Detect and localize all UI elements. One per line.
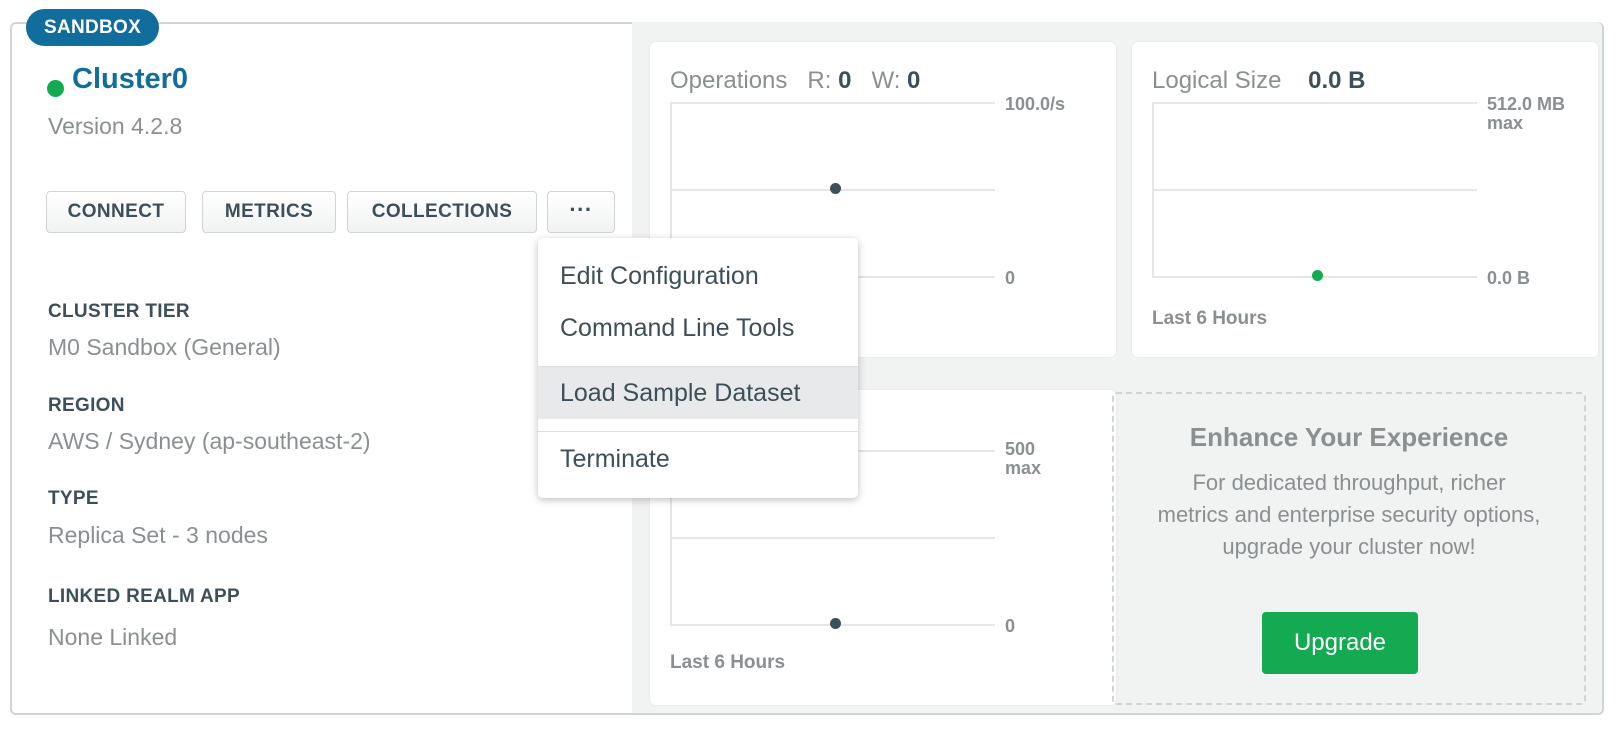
upgrade-promo-panel: Enhance Your Experience For dedicated th… xyxy=(1112,392,1586,705)
menu-item-command-line-tools[interactable]: Command Line Tools xyxy=(538,303,858,353)
logical-size-chart-panel[interactable]: Logical Size 0.0 B 512.0 MB max 0.0 B La… xyxy=(1132,42,1598,357)
metrics-button[interactable]: METRICS xyxy=(202,191,336,233)
collections-button[interactable]: COLLECTIONS xyxy=(347,191,537,233)
logical-size-max-sub: max xyxy=(1487,113,1524,133)
linked-realm-app-value[interactable]: None Linked xyxy=(48,624,177,651)
cluster-name-link[interactable]: Cluster0 xyxy=(72,63,188,96)
operations-gridline-top xyxy=(670,102,995,104)
cluster-tier-label: CLUSTER TIER xyxy=(48,301,190,322)
logical-size-title: Logical Size 0.0 B xyxy=(1152,67,1366,94)
logical-size-min-label: 0.0 B xyxy=(1487,268,1531,288)
connections-data-point xyxy=(830,618,841,629)
connect-button[interactable]: CONNECT xyxy=(46,191,186,233)
menu-item-terminate[interactable]: Terminate xyxy=(538,434,858,484)
connections-min-label: 0 xyxy=(1005,616,1016,636)
more-options-menu: Edit Configuration Command Line Tools Lo… xyxy=(538,238,858,498)
logical-size-max-label: 512.0 MB xyxy=(1487,94,1566,114)
menu-item-load-sample-dataset[interactable]: Load Sample Dataset xyxy=(538,367,858,419)
upgrade-button[interactable]: Upgrade xyxy=(1262,612,1418,674)
more-options-button[interactable]: ··· xyxy=(547,191,615,233)
cluster-version: Version 4.2.8 xyxy=(48,113,183,139)
logical-size-gridline-mid xyxy=(1152,189,1477,191)
logical-size-gridline-top xyxy=(1152,102,1477,104)
type-label: TYPE xyxy=(48,488,99,509)
connections-footer: Last 6 Hours xyxy=(670,652,786,673)
operations-data-point xyxy=(830,183,841,194)
menu-item-edit-configuration[interactable]: Edit Configuration xyxy=(538,251,858,301)
linked-realm-app-label: LINKED REALM APP xyxy=(48,586,240,607)
connections-gridline-mid xyxy=(670,537,995,539)
type-value: Replica Set - 3 nodes xyxy=(48,522,268,548)
operations-title: Operations R: 0 W: 0 xyxy=(670,67,921,94)
connections-max-label: 500 xyxy=(1005,439,1036,459)
cluster-tier-value: M0 Sandbox (General) xyxy=(48,334,281,360)
region-label: REGION xyxy=(48,395,125,416)
sandbox-badge: SANDBOX xyxy=(26,9,160,46)
status-dot-icon xyxy=(47,80,64,97)
promo-title: Enhance Your Experience xyxy=(1189,422,1509,452)
operations-min-label: 0 xyxy=(1005,268,1016,288)
operations-max-label: 100.0/s xyxy=(1005,94,1066,114)
menu-divider xyxy=(538,431,858,432)
logical-size-footer: Last 6 Hours xyxy=(1152,308,1268,329)
connections-max-sub: max xyxy=(1005,458,1042,478)
region-value: AWS / Sydney (ap-southeast-2) xyxy=(48,428,371,454)
logical-size-data-point xyxy=(1312,270,1323,281)
promo-text: For dedicated throughput, richer metrics… xyxy=(1157,470,1541,559)
